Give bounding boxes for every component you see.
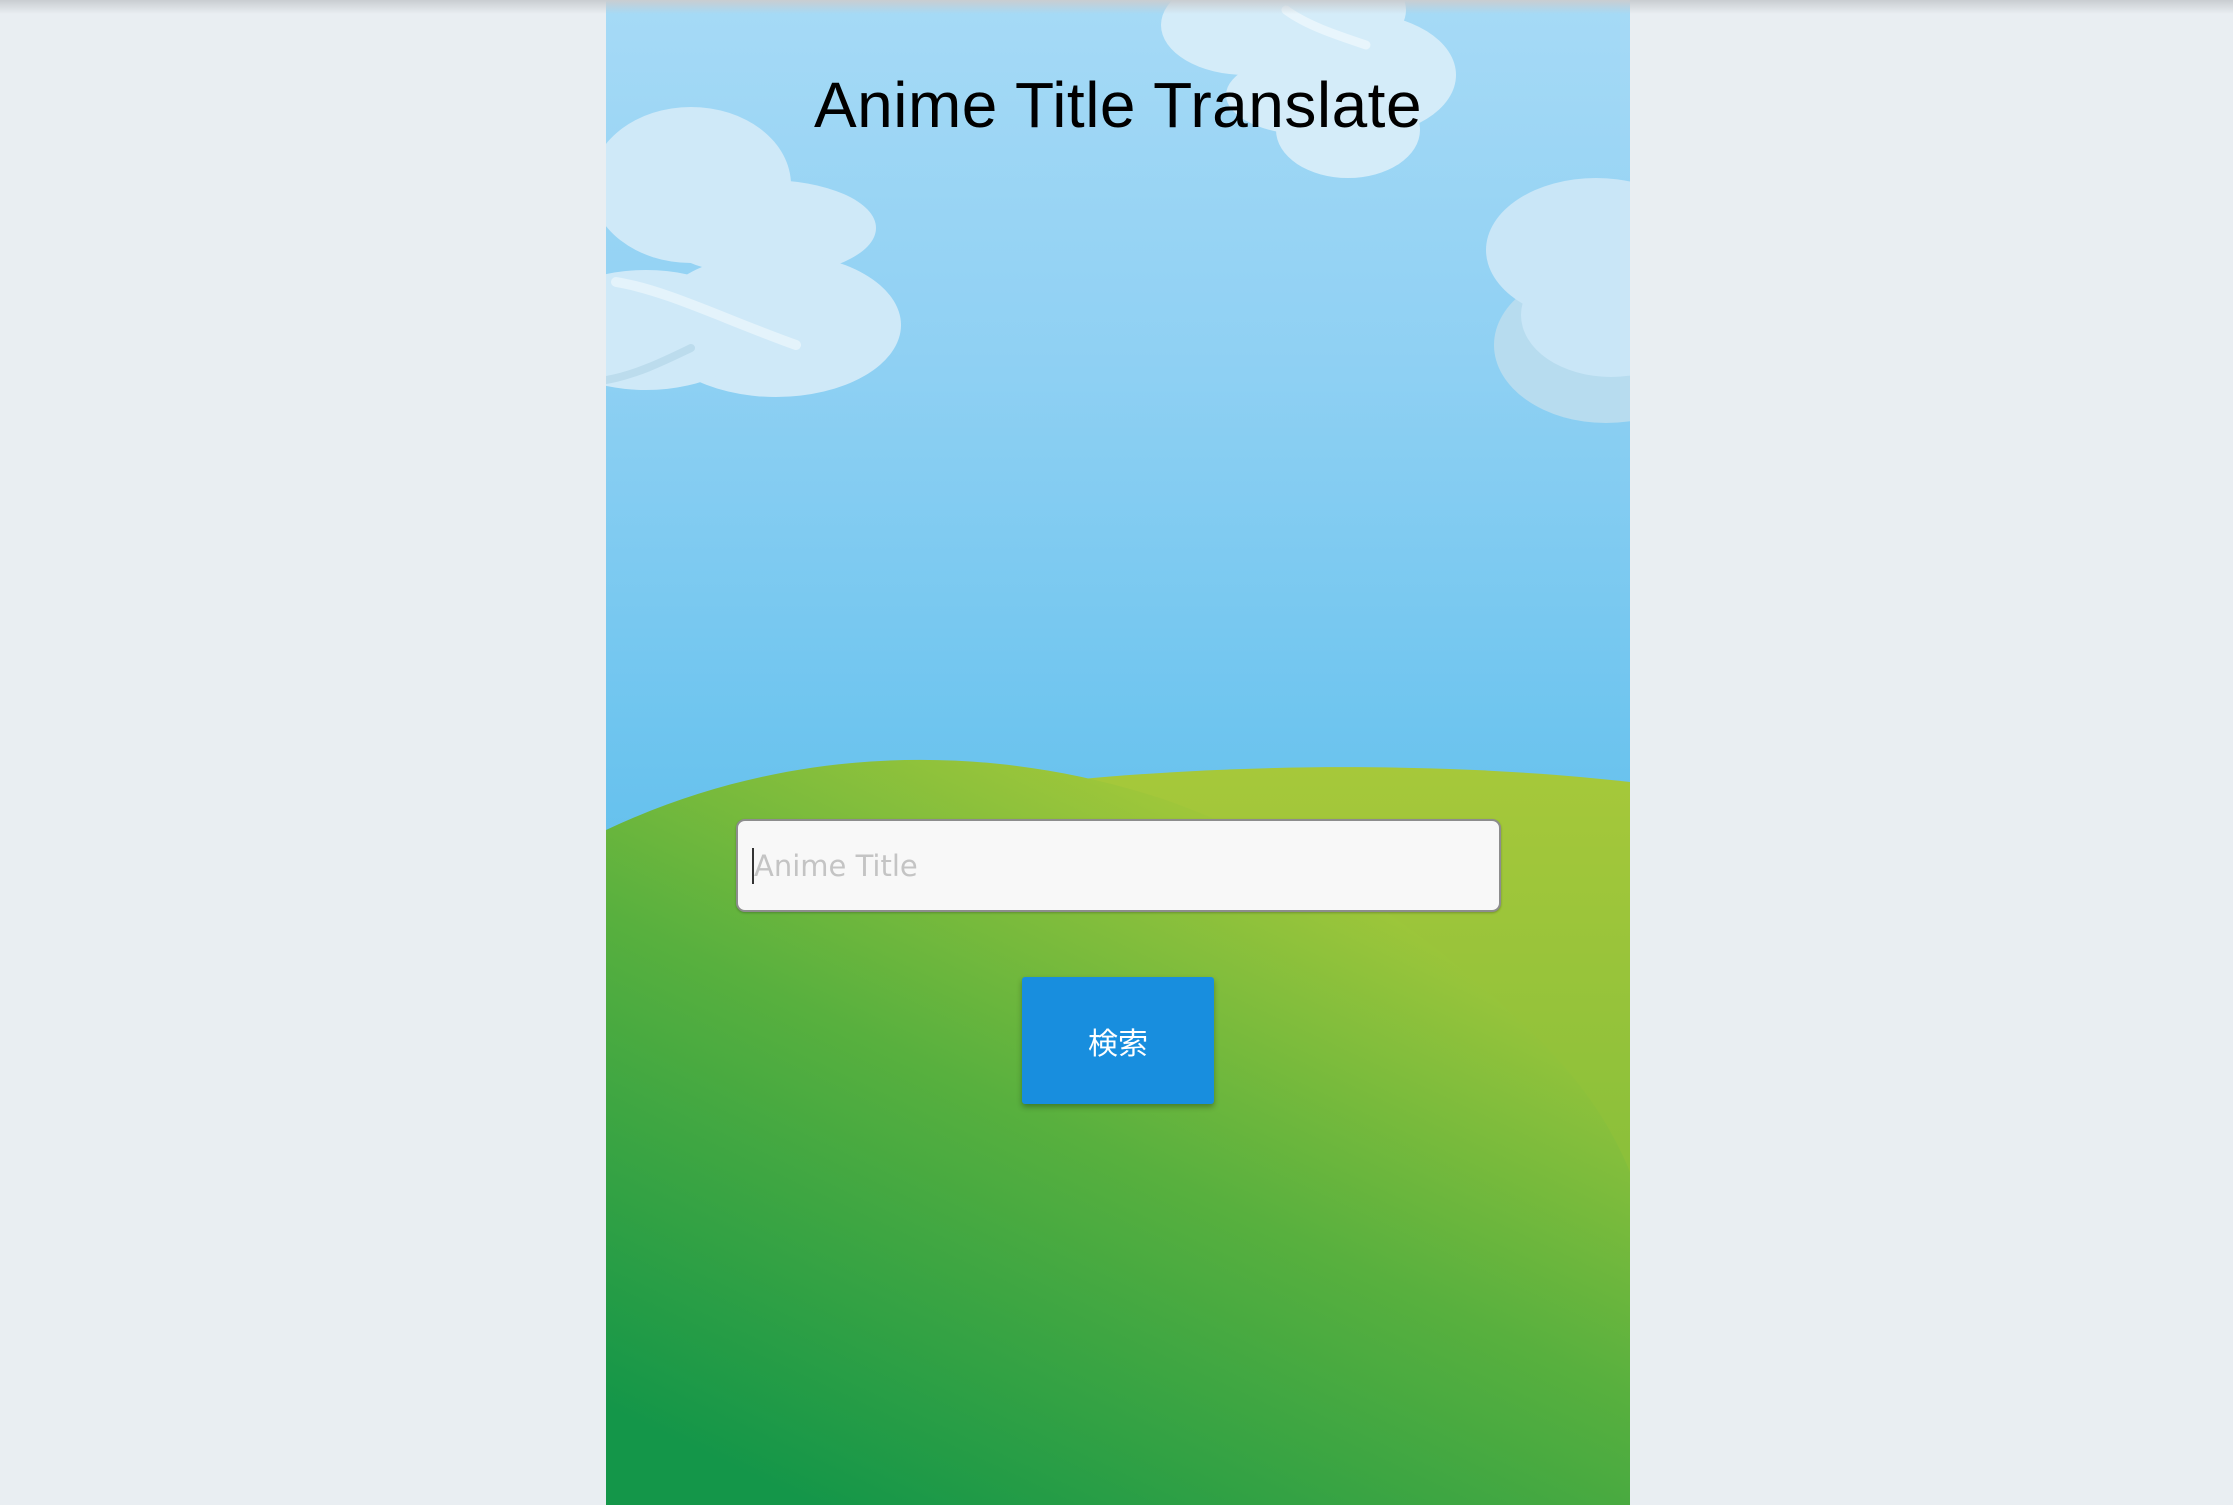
app-container: Anime Title Translate 検索 (606, 0, 1630, 1505)
page-title: Anime Title Translate (813, 69, 1423, 141)
window-top-shadow (0, 0, 2233, 14)
cloud-left (606, 107, 901, 397)
text-cursor (752, 848, 754, 884)
anime-title-input[interactable] (736, 819, 1501, 912)
cloud-right (1486, 178, 1630, 423)
search-button[interactable]: 検索 (1022, 977, 1214, 1104)
landscape-background (606, 0, 1630, 1505)
